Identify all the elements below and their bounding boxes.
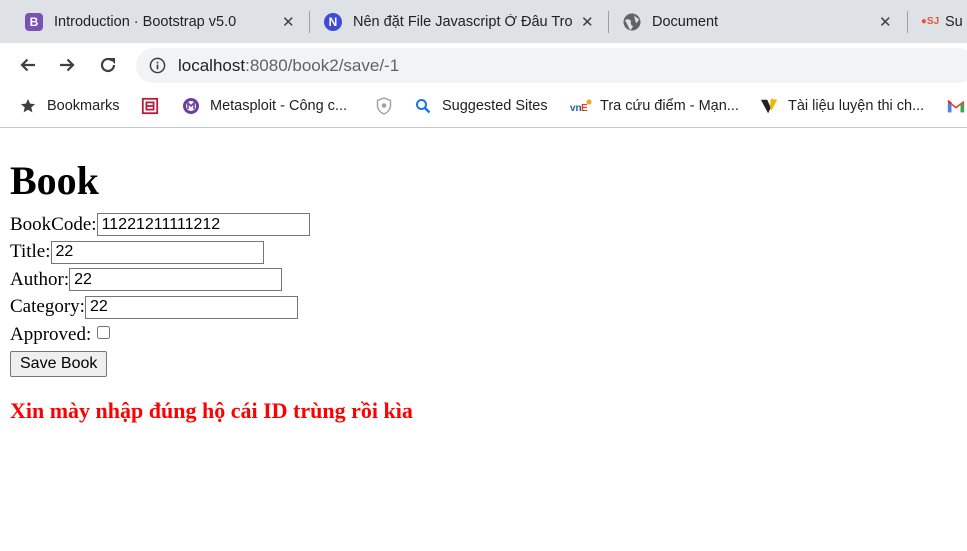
tab-strip: B Introduction · Bootstrap v5.0 ✕ N Nên … xyxy=(0,0,967,43)
metasploit-icon xyxy=(182,97,200,115)
tab-document[interactable]: Document ✕ xyxy=(623,0,903,43)
url-path: :8080/book2/save/-1 xyxy=(245,56,400,75)
bookmark-label: Bookmarks xyxy=(47,98,120,114)
tab-close-icon[interactable]: ✕ xyxy=(581,13,594,31)
tab-javascript[interactable]: N Nên đặt File Javascript Ở Đâu Tro ✕ xyxy=(324,0,599,43)
shield-icon xyxy=(375,97,393,115)
bookcode-label: BookCode: xyxy=(10,213,97,235)
tab-close-icon[interactable]: ✕ xyxy=(282,13,295,31)
tab-separator xyxy=(907,11,908,33)
approved-label: Approved: xyxy=(10,323,92,345)
forward-button[interactable] xyxy=(55,53,79,77)
back-arrow-icon xyxy=(20,58,35,72)
gmail-icon xyxy=(947,97,965,115)
url-host: localhost xyxy=(178,56,246,75)
tab-title: Document xyxy=(652,13,719,30)
bookmark-tai-lieu[interactable]: Tài liệu luyện thi ch... xyxy=(760,87,924,125)
bookmark-label: Tra cứu điểm - Mạn... xyxy=(600,98,739,114)
bookcode-input[interactable] xyxy=(96,213,310,237)
tab-bootstrap[interactable]: B Introduction · Bootstrap v5.0 ✕ xyxy=(25,0,305,43)
author-input[interactable] xyxy=(69,268,283,292)
n-icon: N xyxy=(324,12,342,31)
bookmark-label: Tài liệu luyện thi ch... xyxy=(788,98,925,114)
url-text[interactable]: localhost:8080/book2/save/-1 xyxy=(178,56,399,76)
reload-icon xyxy=(100,57,116,73)
page-content: Book BookCode: Title: Author: Category: … xyxy=(10,128,950,424)
bootstrap-icon: B xyxy=(25,12,43,31)
svg-text:E: E xyxy=(581,103,588,114)
bookmark-metasploit[interactable]: Metasploit - Công c... xyxy=(182,87,347,125)
back-button[interactable] xyxy=(16,53,40,77)
title-row: Title: xyxy=(10,239,950,267)
tab-title: Nên đặt File Javascript Ở Đâu Tro xyxy=(353,13,572,30)
tab-close-icon[interactable]: ✕ xyxy=(879,13,892,31)
tab-separator xyxy=(309,11,310,33)
tab-separator xyxy=(608,11,609,33)
bookmark-shield[interactable] xyxy=(375,87,393,125)
bookmark-bookmarks[interactable]: Bookmarks xyxy=(19,87,120,125)
author-label: Author: xyxy=(10,268,70,290)
category-input[interactable] xyxy=(84,295,298,319)
bookmark-gmail[interactable] xyxy=(947,87,965,125)
sj-icon: ●SJ xyxy=(921,16,940,27)
tab-title: Introduction · Bootstrap v5.0 xyxy=(54,13,237,30)
vietjack-icon xyxy=(760,97,778,115)
info-icon[interactable] xyxy=(149,57,166,74)
bookmark-tra-cuu-diem[interactable]: vn E Tra cứu điểm - Mạn... xyxy=(570,87,739,125)
save-book-button[interactable]: Save Book xyxy=(10,350,108,377)
browser-toolbar: localhost:8080/book2/save/-1 xyxy=(0,43,967,87)
author-row: Author: xyxy=(10,266,950,294)
search-icon xyxy=(414,97,432,115)
error-message: Xin mày nhập đúng hộ cái ID trùng rồi kì… xyxy=(10,397,413,423)
forward-arrow-icon xyxy=(60,58,75,72)
bookmark-label: Metasploit - Công c... xyxy=(210,98,347,114)
page-title: Book xyxy=(10,158,99,203)
bookmarks-bar: Bookmarks Metasploit - Công c... Suggest… xyxy=(0,87,967,128)
approved-row: Approved: xyxy=(10,321,950,349)
tab-title: Su xyxy=(945,13,963,30)
title-input[interactable] xyxy=(50,240,264,264)
category-row: Category: xyxy=(10,294,950,322)
svg-text:vn: vn xyxy=(570,103,582,114)
bookmark-suggested-sites[interactable]: Suggested Sites xyxy=(414,87,548,125)
category-label: Category: xyxy=(10,296,85,318)
star-icon xyxy=(19,97,37,115)
bookmark-book[interactable] xyxy=(141,87,159,125)
tab-su[interactable]: ●SJ Su xyxy=(921,0,967,43)
globe-icon xyxy=(623,13,641,31)
book-icon xyxy=(141,97,159,115)
title-label: Title: xyxy=(10,241,51,263)
bookmark-label: Suggested Sites xyxy=(442,98,548,114)
address-bar[interactable]: localhost:8080/book2/save/-1 xyxy=(136,48,967,83)
approved-checkbox[interactable] xyxy=(97,326,111,340)
reload-button[interactable] xyxy=(96,53,120,77)
vnedu-icon: vn E xyxy=(570,97,592,115)
bookcode-row: BookCode: xyxy=(10,211,950,239)
